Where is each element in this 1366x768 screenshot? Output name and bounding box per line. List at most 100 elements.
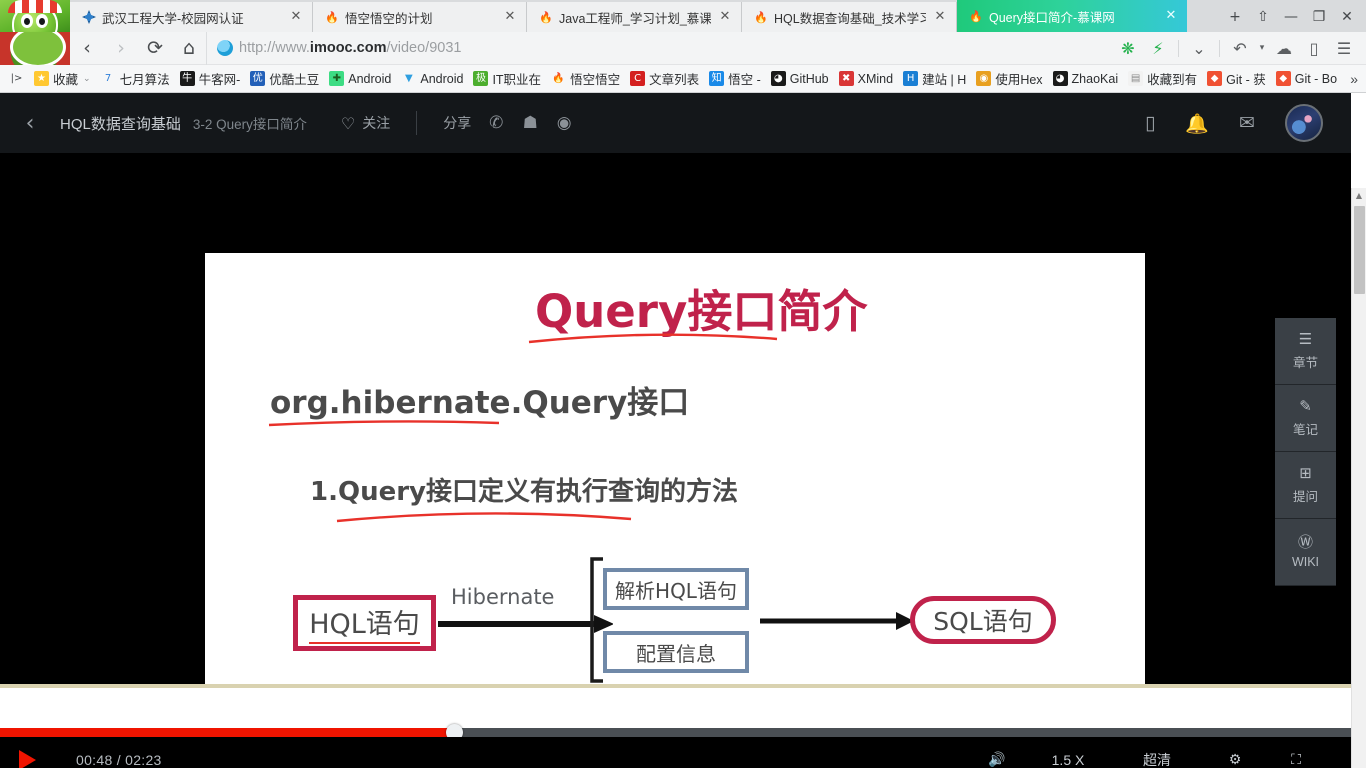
bookmark-item[interactable]: ◆ Git - Bo: [1271, 67, 1342, 91]
play-button[interactable]: [0, 750, 54, 768]
close-window-button[interactable]: ✕: [1334, 5, 1360, 29]
bookmark-item[interactable]: ◕ GitHub: [766, 67, 834, 91]
diagram-hql-box: HQL语句: [293, 595, 436, 651]
bookmark-favicon: 牛: [179, 71, 195, 86]
video-player[interactable]: ‹ HQL数据查询基础 3-2 Query接口简介 ♡ 关注 分享 ✆ ☗ ◉ …: [0, 93, 1351, 768]
bookmark-item[interactable]: ▤ 收藏到有: [1123, 67, 1202, 91]
side-panel-item[interactable]: ☰ 章节: [1275, 318, 1336, 385]
avatar[interactable]: [1285, 104, 1323, 142]
side-panel-item[interactable]: Ⓦ WIKI: [1275, 519, 1336, 586]
mobile-app-icon[interactable]: ▯: [1145, 112, 1155, 134]
restore-session-button[interactable]: ⇧: [1250, 5, 1276, 29]
tab-close-button[interactable]: ✕: [1163, 8, 1179, 24]
chevron-down-icon[interactable]: ⌄: [1185, 32, 1213, 65]
tab-title: Query接口简介-慕课网: [989, 10, 1115, 25]
browser-tab[interactable]: HQL数据查询基础_技术学习教程 ✕: [742, 2, 957, 32]
bookmark-item[interactable]: ★ 收藏 ⌄: [29, 67, 96, 91]
home-button[interactable]: ⌂: [172, 32, 206, 65]
mail-icon[interactable]: ✉: [1239, 112, 1255, 134]
bookmark-label: 悟空 -: [728, 73, 761, 87]
bookmark-label: Git - Bo: [1294, 71, 1338, 86]
page-scrollbar[interactable]: ▲ ▼: [1351, 188, 1366, 768]
pencil-icon: ✎: [1299, 396, 1312, 415]
bookmark-item[interactable]: 极 IT职业在: [468, 67, 546, 91]
address-bar[interactable]: http://www.imooc.com/video/9031: [206, 31, 1114, 65]
minimize-button[interactable]: —: [1278, 5, 1304, 29]
bookmark-favicon: ◕: [1052, 71, 1068, 86]
side-panel-item[interactable]: ✎ 笔记: [1275, 385, 1336, 452]
diagram-parse-box: 解析HQL语句: [603, 568, 749, 610]
bookmark-item[interactable]: ✚ Android: [324, 67, 396, 91]
bookmark-item[interactable]: ▼ Android: [396, 67, 468, 91]
qq-share-icon[interactable]: ☗: [517, 110, 543, 136]
bookmark-item[interactable]: 优优酷土豆: [245, 67, 324, 91]
browser-tab[interactable]: Java工程师_学习计划_慕课网 ✕: [527, 2, 742, 32]
bell-icon[interactable]: 🔔: [1185, 112, 1209, 135]
course-title[interactable]: HQL数据查询基础: [60, 113, 181, 134]
wiki-icon: Ⓦ: [1297, 533, 1313, 551]
mascot-hat-icon: [8, 0, 62, 13]
tab-close-button[interactable]: ✕: [288, 9, 304, 25]
bookmark-favicon: ✚: [329, 71, 345, 86]
player-controls: 00:48 / 02:23 🔊 1.5 X 超清 ⚙ ⛶: [0, 737, 1351, 768]
page-bottom-strip: [0, 684, 1351, 688]
site-info-icon[interactable]: [217, 40, 233, 56]
bookmark-label: 文章列表: [649, 73, 700, 87]
navigation-bar: ‹ › ⟳ ⌂ http://www.imooc.com/video/9031 …: [0, 31, 1366, 65]
bookmark-favicon: 优: [250, 71, 266, 86]
new-tab-button[interactable]: +: [1222, 5, 1248, 29]
scroll-up-arrow-icon[interactable]: ▲: [1352, 188, 1366, 203]
quality-button[interactable]: 超清: [1111, 750, 1203, 768]
aperture-icon[interactable]: ❋: [1114, 32, 1142, 65]
bookmark-favicon: ▤: [1128, 71, 1144, 86]
browser-tab[interactable]: 武汉工程大学-校园网认证 ✕: [70, 2, 313, 32]
volume-icon[interactable]: 🔊: [969, 752, 1025, 768]
bookmark-item[interactable]: 知悟空 -: [704, 67, 766, 91]
forward-button[interactable]: ›: [104, 32, 138, 65]
bookmark-item[interactable]: |>: [4, 67, 29, 91]
tab-close-button[interactable]: ✕: [932, 9, 948, 25]
bookmark-item[interactable]: ◆ Git - 获: [1202, 67, 1271, 91]
bookmark-item[interactable]: ◉ 使用Hex: [971, 67, 1047, 91]
bookmark-item[interactable]: ✖ XMind: [834, 67, 898, 91]
lightning-icon[interactable]: ⚡: [1144, 32, 1172, 65]
bookmark-favicon: ◕: [770, 71, 786, 86]
bookmark-item[interactable]: H 建站 | H: [898, 67, 971, 91]
header-back-button[interactable]: ‹: [0, 111, 60, 136]
mobile-icon[interactable]: ▯: [1300, 32, 1328, 65]
dropdown-caret-icon[interactable]: ▾: [1256, 32, 1268, 65]
bookmark-favicon: 🔥: [552, 72, 565, 84]
back-button[interactable]: ‹: [70, 32, 104, 65]
bookmark-item[interactable]: 🔥 悟空悟空: [546, 67, 625, 91]
bookmark-label: XMind: [857, 71, 894, 86]
browser-tab[interactable]: Query接口简介-慕课网 ✕: [957, 0, 1187, 32]
playback-speed-button[interactable]: 1.5 X: [1025, 752, 1111, 768]
bookmarks-overflow-button[interactable]: »: [1350, 71, 1362, 87]
side-panel-item[interactable]: ⊞ 提问: [1275, 452, 1336, 519]
tab-close-button[interactable]: ✕: [717, 9, 733, 25]
browser-tab[interactable]: 悟空悟空的计划 ✕: [313, 2, 527, 32]
bookmark-item[interactable]: 牛牛客网-: [175, 67, 246, 91]
bookmark-item[interactable]: ◕ ZhaoKai: [1048, 67, 1124, 91]
wechat-share-icon[interactable]: ✆: [483, 110, 509, 136]
reload-button[interactable]: ⟳: [138, 32, 172, 65]
follow-button[interactable]: ♡ 关注: [341, 113, 390, 133]
undo-icon[interactable]: ↶: [1226, 32, 1254, 65]
hamburger-menu-icon[interactable]: ☰: [1330, 32, 1358, 65]
browser-user-avatar[interactable]: [0, 31, 70, 65]
cloud-icon[interactable]: ☁: [1270, 32, 1298, 65]
bookmark-item[interactable]: C 文章列表: [625, 67, 704, 91]
settings-gear-icon[interactable]: ⚙: [1203, 752, 1267, 768]
maximize-button[interactable]: ❐: [1306, 5, 1332, 29]
diagram-hql-label: HQL语句: [309, 602, 420, 644]
weibo-share-icon[interactable]: ◉: [551, 110, 577, 136]
bookmark-item[interactable]: 7 七月算法: [96, 67, 175, 91]
side-panel-label: 章节: [1292, 355, 1318, 370]
fullscreen-icon[interactable]: ⛶: [1267, 752, 1325, 768]
scrollbar-thumb[interactable]: [1354, 206, 1365, 294]
bookmark-label: Android: [348, 71, 392, 86]
progress-bar[interactable]: [0, 724, 1351, 741]
bookmark-favicon: 极: [473, 71, 489, 86]
tab-close-button[interactable]: ✕: [502, 9, 518, 25]
chevron-down-icon[interactable]: ⌄: [83, 73, 91, 84]
